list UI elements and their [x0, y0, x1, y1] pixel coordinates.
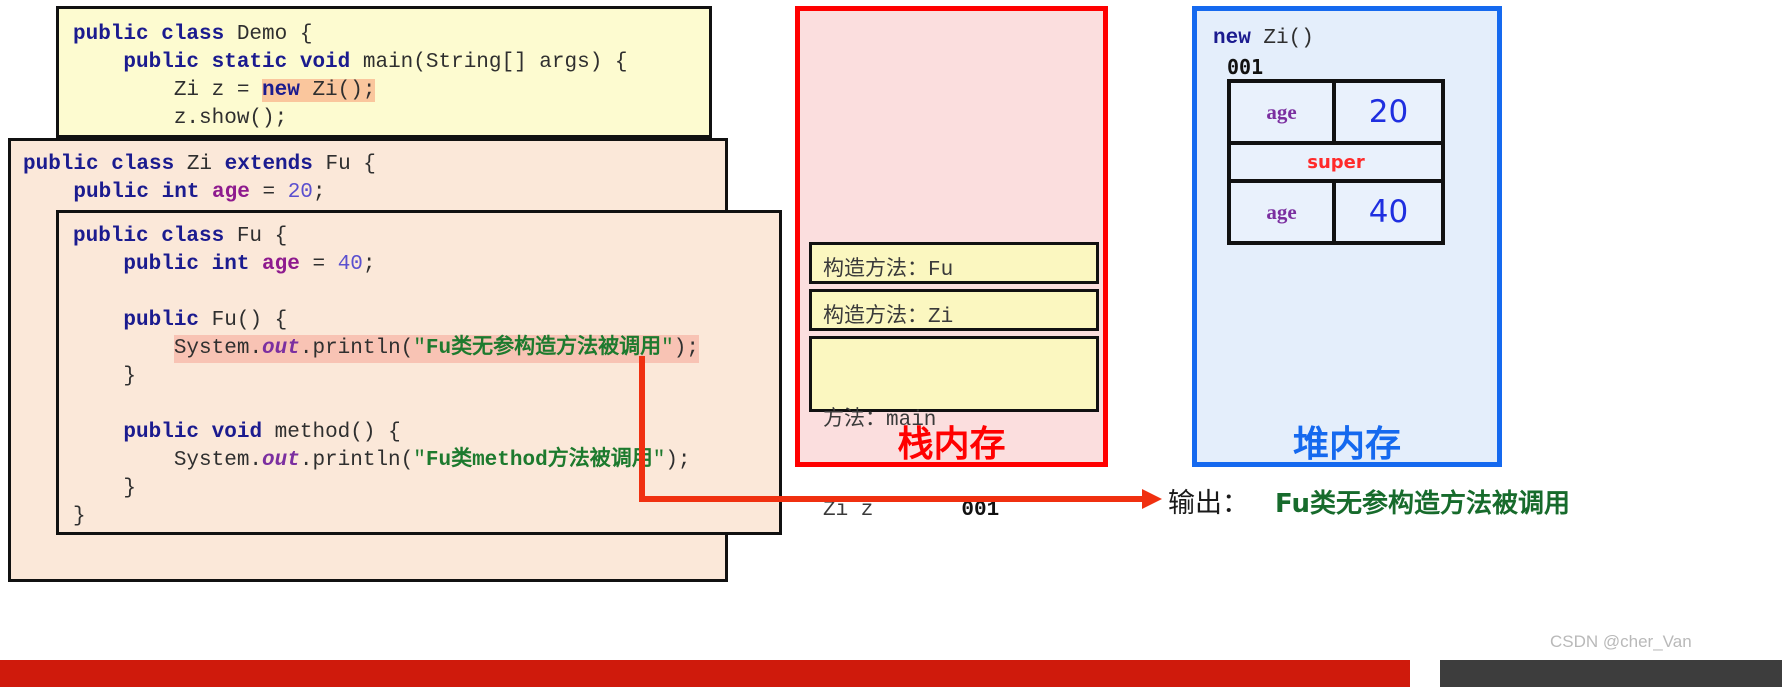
stack-frame-label: 构造方法：Zi: [823, 306, 954, 329]
code-window-demo[interactable]: public class Demo { public static void m…: [56, 6, 712, 138]
heap-super-label: super: [1307, 151, 1365, 173]
heap-memory-panel: new Zi() 001 age 20 super age 40 堆内存: [1192, 6, 1502, 467]
heap-object-type: Zi(): [1263, 27, 1314, 50]
stack-memory-title: 栈内存: [897, 424, 1006, 465]
flow-arrow-vertical-segment: [639, 356, 645, 502]
heap-field-value: 40: [1368, 194, 1409, 230]
heap-field-row: age 20: [1231, 83, 1441, 141]
stack-frame-address: 001: [961, 499, 1000, 522]
heap-field-name: age: [1231, 83, 1336, 141]
stack-frame-fu-constructor: 构造方法：Fu: [809, 242, 1099, 284]
bottom-red-bar: [0, 660, 1410, 687]
heap-super-row: super: [1231, 141, 1441, 179]
stack-frame-main: 方法：main Zi z 001: [809, 336, 1099, 522]
flow-arrow-head-icon: [1142, 489, 1162, 509]
heap-field-row: age 40: [1231, 179, 1441, 241]
heap-object-address: 001: [1227, 55, 1264, 79]
stack-frame-variable: Zi z: [823, 499, 874, 522]
stack-frame-zi-constructor: 构造方法：Zi: [809, 289, 1099, 331]
heap-memory-title: 堆内存: [1292, 424, 1401, 465]
heap-field-value: 20: [1368, 94, 1409, 130]
heap-new-keyword: new: [1213, 27, 1251, 50]
bottom-dark-bar: [1440, 660, 1782, 687]
watermark-text: CSDN @cher_Van: [1550, 632, 1692, 651]
stack-memory-panel: 构造方法：Fu 构造方法：Zi 方法：main Zi z 001 栈内存: [795, 6, 1108, 522]
output-label: 输出：: [1168, 488, 1249, 518]
heap-object-label: new Zi(): [1213, 27, 1314, 50]
output-line: 输出： Fu类无参构造方法被调用: [1168, 481, 1570, 520]
heap-field-name: age: [1231, 183, 1336, 241]
heap-object-table: age 20 super age 40: [1227, 79, 1445, 245]
stack-frame-label: 构造方法：Fu: [823, 259, 954, 282]
code-window-fu[interactable]: public class Fu { public int age = 40; p…: [56, 210, 782, 535]
output-value: Fu类无参构造方法被调用: [1275, 489, 1570, 519]
flow-arrow-horizontal-segment: [639, 496, 1144, 502]
